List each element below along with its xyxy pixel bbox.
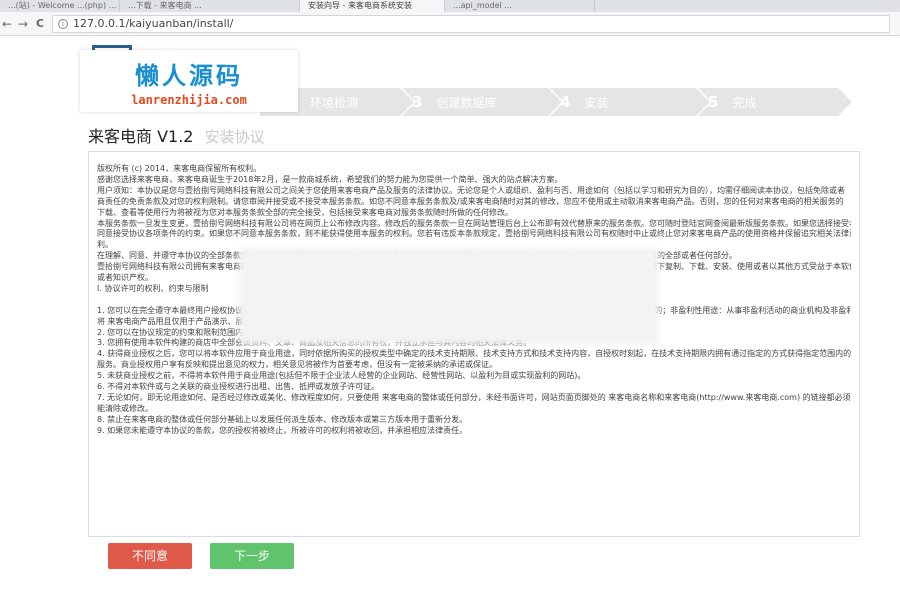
license-line: 5. 未获商业授权之前，不得将本软件用于商业用途(包括但不限于企业法人经营的企业… [97, 371, 586, 381]
install-steps: 环境检测 3 创建数据库 4 安装 5 完成 [260, 88, 852, 116]
watermark-logo: 懒人源码 lanrenzhijia.com [80, 50, 298, 112]
blurred-overlay [239, 248, 659, 344]
watermark-title: 懒人源码 [135, 61, 243, 90]
license-line: 4. 获得商业授权之后，您可以将本软件应用于商业用途，同时依据所购买的授权类型中… [97, 349, 851, 359]
license-line: 感谢您选择来客电商，来客电商诞生于2018年2月，是一款商城系统，希望我们的努力… [97, 174, 563, 184]
back-icon[interactable]: ← [2, 16, 12, 32]
browser-tab-strip: ...(站) - Welcome ...(php) ... ...下载 - 来客… [0, 0, 900, 12]
license-line: 用户须知：本协议是您与壹拾捌号网络科技有限公司之间关于您使用来客电商产品及服务的… [97, 185, 845, 195]
license-line: 本服务条款一旦发生变更，壹拾捌号网络科技有限公司将在网页上公布修改内容。修改后的… [97, 218, 851, 228]
license-line: 6. 不得对本软件或与之关联的商业授权进行出租、出售、抵押或发放子许可证。 [97, 382, 380, 392]
step-complete: 5 完成 [698, 88, 852, 116]
product-title: 来客电商 V1.2 [88, 127, 194, 146]
license-line: 服务。商业授权用户享有反映和提出意见的权力，相关意见将被作为首要考虑，但没有一定… [97, 360, 497, 370]
license-line: 商责任的免责条款及对您的权利限制。请您审阅并接受或不接受本服务条款。如您不同意本… [97, 196, 844, 206]
browser-tab-active[interactable]: 安装向导 - 来客电商系统安装 [300, 0, 445, 12]
page-title: 来客电商 V1.2 安装协议 [88, 123, 265, 146]
url-text: 127.0.0.1/kaiyuanban/install/ [73, 17, 234, 30]
browser-tab[interactable]: ...(站) - Welcome ...(php) ... [0, 0, 120, 12]
license-line: 8. 禁止在来客电商的整体或任何部分基础上以发展任何派生版本、修改版本或第三方版… [97, 414, 468, 424]
url-input[interactable]: i 127.0.0.1/kaiyuanban/install/ [52, 15, 890, 33]
license-line: 下载、查看等使用行为将被视为您对本服务条款全部的完全接受，包括接受来客电商对服务… [97, 207, 513, 217]
step-install: 4 安装 [550, 88, 712, 116]
license-line: 9. 如果您未能遵守本协议的条款，您的授权将被终止，所被许可的权利将被收回，并承… [97, 425, 468, 435]
next-button[interactable]: 下一步 [210, 543, 294, 569]
watermark-subtitle: lanrenzhijia.com [131, 93, 247, 107]
reload-icon[interactable]: C [36, 16, 44, 32]
forward-icon[interactable]: → [18, 16, 28, 32]
license-line: 版权所有 (c) 2014，来客电商保留所有权利。 [97, 164, 262, 173]
browser-tab[interactable]: ...api_model ... [445, 0, 595, 12]
license-line: 同意接受协议各项条件的约束。如果您不同意本服务条款，则不能获得使用本服务的权利。… [97, 229, 851, 239]
address-bar: ← → C i 127.0.0.1/kaiyuanban/install/ [0, 12, 900, 36]
browser-tab[interactable]: ...下载 - 来客电商 ... [120, 0, 300, 12]
license-line: 能清除或修改。 [97, 403, 153, 413]
license-line: 7. 无论如何，即无论用途如何、是否经过修改或美化、修改程度如何，只要使用 来客… [97, 393, 851, 403]
license-textbox[interactable]: 版权所有 (c) 2014，来客电商保留所有权利。 感谢您选择来客电商，来客电商… [88, 151, 860, 537]
info-icon[interactable]: i [58, 19, 68, 29]
step-create-db: 3 创建数据库 [402, 88, 564, 116]
disagree-button[interactable]: 不同意 [108, 543, 192, 569]
page-subtitle: 安装协议 [204, 128, 265, 146]
